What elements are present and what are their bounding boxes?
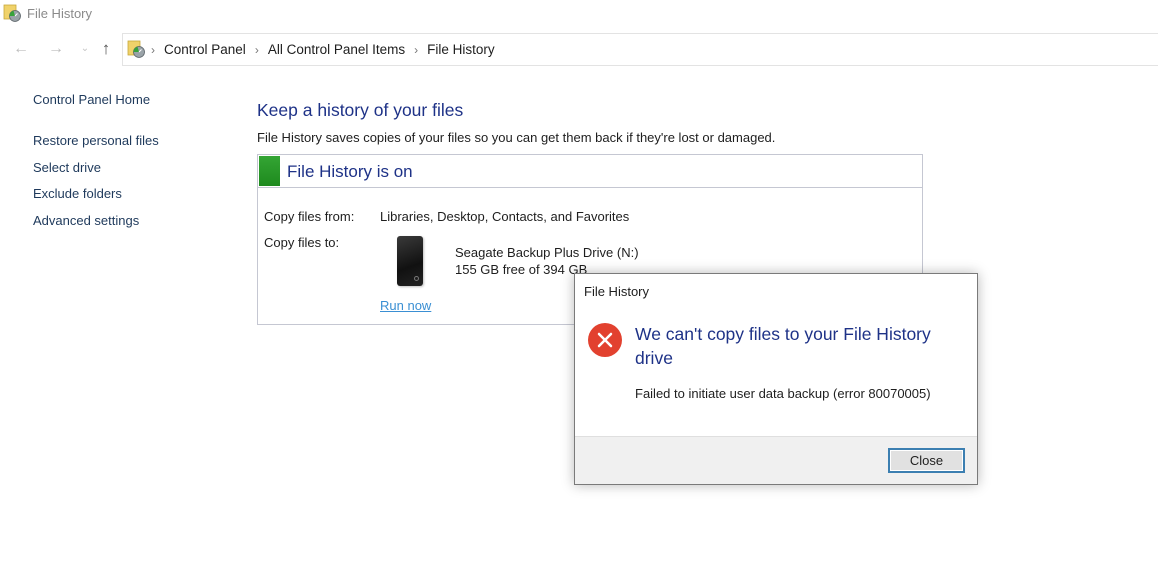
breadcrumb-file-history[interactable]: File History	[427, 42, 495, 57]
sidebar-task-list: Restore personal files Select drive Excl…	[33, 133, 159, 229]
breadcrumb: › Control Panel › All Control Panel Item…	[151, 42, 495, 57]
window-title: File History	[27, 6, 93, 21]
forward-arrow-icon[interactable]: →	[46, 39, 66, 59]
page-description: File History saves copies of your files …	[257, 130, 776, 145]
recent-locations-chevron-icon[interactable]: ⌄	[75, 39, 95, 59]
breadcrumb-control-panel[interactable]: Control Panel	[164, 42, 246, 57]
dialog-heading: We can't copy files to your File History…	[635, 324, 931, 368]
close-button[interactable]: Close	[888, 448, 965, 473]
status-indicator-green	[259, 156, 280, 186]
status-title: File History is on	[287, 162, 413, 181]
dialog-footer: Close	[575, 436, 977, 484]
address-bar[interactable]: › Control Panel › All Control Panel Item…	[122, 33, 1158, 66]
sidebar-item-advanced-settings[interactable]: Advanced settings	[33, 213, 159, 229]
main-content: Keep a history of your files File Histor…	[257, 100, 775, 145]
copy-from-label: Copy files from:	[264, 209, 355, 224]
drive-name: Seagate Backup Plus Drive (N:)	[455, 245, 639, 260]
copy-to-label: Copy files to:	[264, 235, 340, 250]
sidebar: Control Panel Home Restore personal file…	[33, 92, 159, 239]
breadcrumb-separator-icon[interactable]: ›	[151, 43, 155, 57]
status-header: File History is on	[258, 155, 922, 188]
sidebar-item-exclude-folders[interactable]: Exclude folders	[33, 186, 159, 202]
external-drive-icon	[397, 236, 423, 286]
sidebar-item-control-panel-home[interactable]: Control Panel Home	[33, 92, 159, 108]
file-history-icon	[127, 40, 145, 58]
breadcrumb-separator-icon[interactable]: ›	[255, 43, 259, 57]
error-dialog: File History We can't copy files to your…	[574, 273, 978, 485]
dialog-title: File History	[584, 284, 650, 299]
sidebar-item-restore-personal-files[interactable]: Restore personal files	[33, 133, 159, 149]
error-icon	[588, 323, 622, 357]
file-history-icon	[3, 4, 21, 22]
dialog-error-message: Failed to initiate user data backup (err…	[635, 386, 931, 401]
page-title: Keep a history of your files	[257, 100, 464, 120]
back-arrow-icon[interactable]: ←	[11, 39, 31, 59]
sidebar-item-select-drive[interactable]: Select drive	[33, 160, 159, 176]
run-now-link[interactable]: Run now	[380, 298, 431, 313]
breadcrumb-all-control-panel-items[interactable]: All Control Panel Items	[268, 42, 405, 57]
copy-from-value: Libraries, Desktop, Contacts, and Favori…	[380, 209, 630, 224]
breadcrumb-separator-icon[interactable]: ›	[414, 43, 418, 57]
drive-free-space: 155 GB free of 394 GB	[455, 262, 588, 277]
up-arrow-icon[interactable]: ↑	[96, 39, 116, 59]
navigation-bar: ← → ⌄ ↑ › Control Panel › All Control Pa…	[0, 33, 1158, 67]
title-bar: File History	[0, 0, 1158, 30]
